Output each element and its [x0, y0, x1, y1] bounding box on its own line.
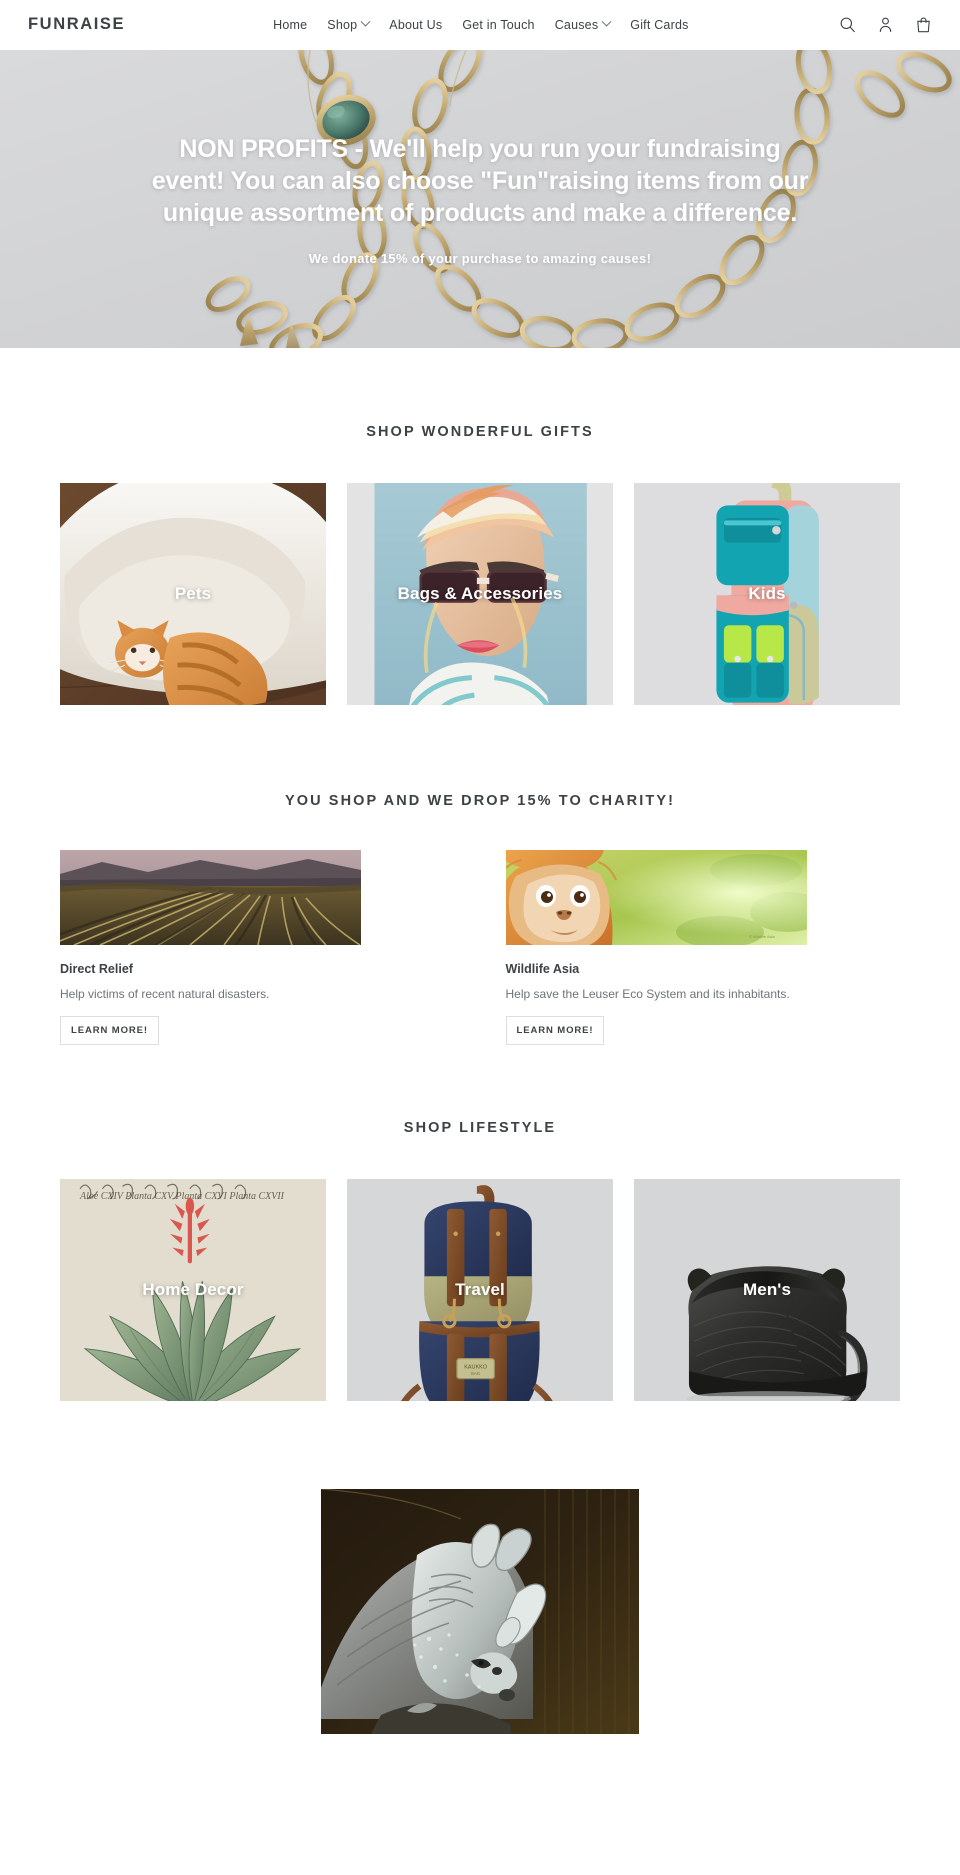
collection-card-mens[interactable]: Men's: [634, 1179, 900, 1401]
collection-card-bags-accessories[interactable]: Bags & Accessories: [347, 483, 613, 705]
nav-item-get-in-touch[interactable]: Get in Touch: [462, 18, 534, 32]
charity-section-title: YOU SHOP AND WE DROP 15% TO CHARITY!: [284, 793, 676, 809]
collection-label: Pets: [174, 584, 212, 603]
brand-logo[interactable]: FUNRAISE: [28, 15, 125, 34]
lifestyle-collection-grid: Aloe CXIV Planta CXV Planta CXVI Planta …: [60, 1179, 900, 1401]
nav-item-gift-cards[interactable]: Gift Cards: [630, 18, 688, 32]
nav-label: Home: [273, 17, 308, 32]
chevron-down-icon: [601, 16, 612, 27]
charity-description: Help save the Leuser Eco System and its …: [505, 987, 790, 1001]
nav-item-home[interactable]: Home: [273, 18, 307, 32]
collection-card-kids[interactable]: Kids: [634, 483, 900, 705]
nav-label: Shop: [327, 17, 358, 32]
collection-label: Kids: [748, 584, 786, 603]
gifts-collection-grid: Pets Bags & Accessories Kids: [60, 483, 900, 705]
hero-subtitle: We donate 15% of your purchase to amazin…: [308, 250, 652, 266]
nav-label: Get in Touch: [462, 17, 535, 32]
learn-more-button[interactable]: LEARN MORE!: [505, 1016, 605, 1045]
svg-text:© Wildlife Asia: © Wildlife Asia: [749, 934, 775, 939]
collection-card-travel[interactable]: KAUKKO BAG Travel: [347, 1179, 613, 1401]
chevron-down-icon: [360, 16, 371, 27]
site-header: FUNRAISE Home Shop About Us Get in Touch…: [0, 0, 960, 50]
feature-section: [0, 1401, 960, 1734]
account-icon[interactable]: [877, 16, 894, 33]
charity-card-direct-relief: Direct Relief Help victims of recent nat…: [60, 850, 455, 1045]
charity-grid: Direct Relief Help victims of recent nat…: [60, 850, 900, 1045]
collection-label: Home Decor: [142, 1280, 244, 1299]
gifts-section-title: SHOP WONDERFUL GIFTS: [366, 424, 594, 440]
charity-description: Help victims of recent natural disasters…: [60, 987, 270, 1001]
hero-title: NON PROFITS - We'll help you run your fu…: [151, 134, 809, 227]
page-bottom-spacer: [0, 1734, 960, 1754]
collection-card-home-decor[interactable]: Aloe CXIV Planta CXV Planta CXVI Planta …: [60, 1179, 326, 1401]
nav-item-causes[interactable]: Causes: [554, 16, 612, 32]
svg-text:Aloe CXIV Planta CXV Planta: Aloe CXIV Planta CXV Planta CXVI Planta …: [79, 1191, 285, 1202]
gifts-section: SHOP WONDERFUL GIFTS Pets Bags & Accesso…: [0, 348, 960, 705]
nav-item-shop[interactable]: Shop: [327, 16, 371, 32]
hero-content: NON PROFITS - We'll help you run your fu…: [0, 50, 960, 348]
cart-icon[interactable]: [915, 16, 932, 33]
charity-section: YOU SHOP AND WE DROP 15% TO CHARITY! Dir…: [0, 705, 960, 1045]
nav-item-about-us[interactable]: About Us: [389, 18, 442, 32]
svg-text:BAG: BAG: [471, 1371, 480, 1376]
learn-more-button[interactable]: LEARN MORE!: [60, 1016, 159, 1045]
vineyard-field-image: [60, 850, 361, 945]
charity-name: Wildlife Asia: [505, 962, 580, 976]
main-navigation: Home Shop About Us Get in Touch Causes G…: [273, 16, 688, 32]
collection-card-pets[interactable]: Pets: [60, 483, 326, 705]
svg-text:KAUKKO: KAUKKO: [464, 1365, 487, 1371]
charity-name: Direct Relief: [60, 962, 133, 976]
nav-label: Gift Cards: [630, 17, 689, 32]
collection-label: Bags & Accessories: [397, 584, 563, 603]
nav-label: Causes: [554, 17, 599, 32]
collection-label: Men's: [743, 1280, 791, 1299]
lifestyle-section-title: SHOP LIFESTYLE: [403, 1120, 557, 1136]
hero-banner: NON PROFITS - We'll help you run your fu…: [0, 50, 960, 348]
charity-card-wildlife-asia: © Wildlife Asia Wildlife Asia Help save …: [505, 850, 901, 1045]
collection-label: Travel: [455, 1280, 505, 1299]
lifestyle-section: SHOP LIFESTYLE Aloe CXIV Planta CXV Plan…: [0, 1045, 960, 1401]
header-icon-group: [839, 16, 932, 33]
nav-label: About Us: [389, 17, 443, 32]
search-icon[interactable]: [839, 16, 856, 33]
orangutan-image: © Wildlife Asia: [505, 850, 807, 945]
rhino-painting-image[interactable]: [321, 1489, 639, 1734]
